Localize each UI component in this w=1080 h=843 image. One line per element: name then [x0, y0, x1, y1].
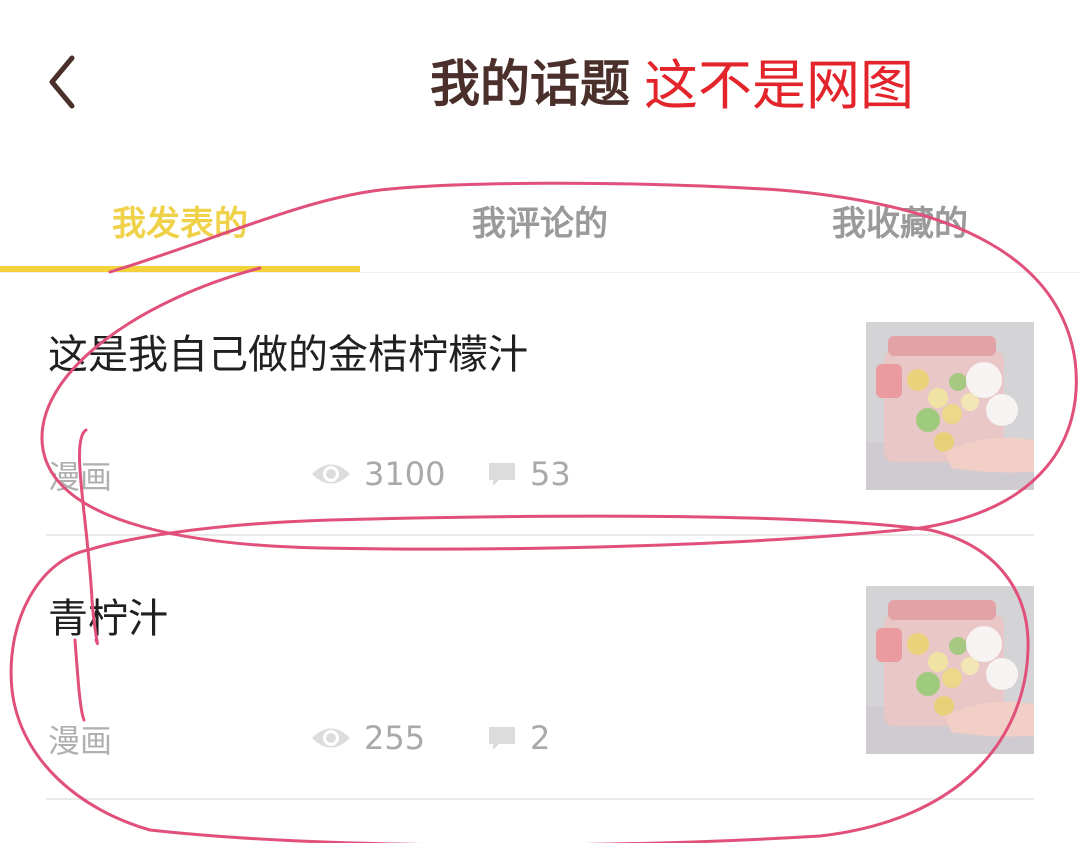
post-item[interactable]: 青柠汁 漫画 255 2 — [46, 538, 1034, 800]
view-count-value: 3100 — [364, 455, 446, 493]
view-count-value: 255 — [364, 719, 426, 757]
comment-count: 53 — [486, 454, 571, 494]
lemon-juice-cup-photo — [866, 586, 1034, 754]
view-count: 255 — [310, 718, 425, 758]
eye-icon — [312, 464, 350, 484]
tab-posted[interactable]: 我发表的 — [0, 170, 360, 270]
page-title-caption: 这不是网图 — [644, 53, 914, 117]
comment-count-value: 53 — [530, 455, 571, 493]
comment-icon — [489, 463, 515, 486]
title-wrap: 我的话题 这不是网图 — [430, 48, 914, 117]
lemon-juice-cup-photo — [866, 322, 1034, 490]
post-thumbnail[interactable] — [866, 322, 1034, 490]
post-tag: 漫画 — [48, 722, 113, 760]
header: 我的话题 这不是网图 — [0, 0, 1080, 160]
tab-favorited[interactable]: 我收藏的 — [720, 170, 1080, 270]
comment-count-value: 2 — [530, 719, 551, 757]
comment-icon — [489, 727, 515, 750]
post-title: 青柠汁 — [48, 596, 168, 642]
eye-icon — [312, 728, 350, 748]
post-title: 这是我自己做的金桔柠檬汁 — [48, 332, 528, 378]
tabs-divider — [0, 272, 1080, 273]
view-count: 3100 — [310, 454, 445, 494]
post-thumbnail[interactable] — [866, 586, 1034, 754]
comment-count: 2 — [486, 718, 550, 758]
back-button[interactable] — [40, 50, 90, 110]
post-tag: 漫画 — [48, 458, 113, 496]
page-title: 我的话题 — [430, 55, 630, 113]
tab-commented[interactable]: 我评论的 — [360, 170, 720, 270]
tab-bar: 我发表的 我评论的 我收藏的 — [0, 170, 1080, 274]
chevron-left-icon — [49, 55, 75, 109]
post-item[interactable]: 这是我自己做的金桔柠檬汁 漫画 3100 53 — [46, 274, 1034, 536]
